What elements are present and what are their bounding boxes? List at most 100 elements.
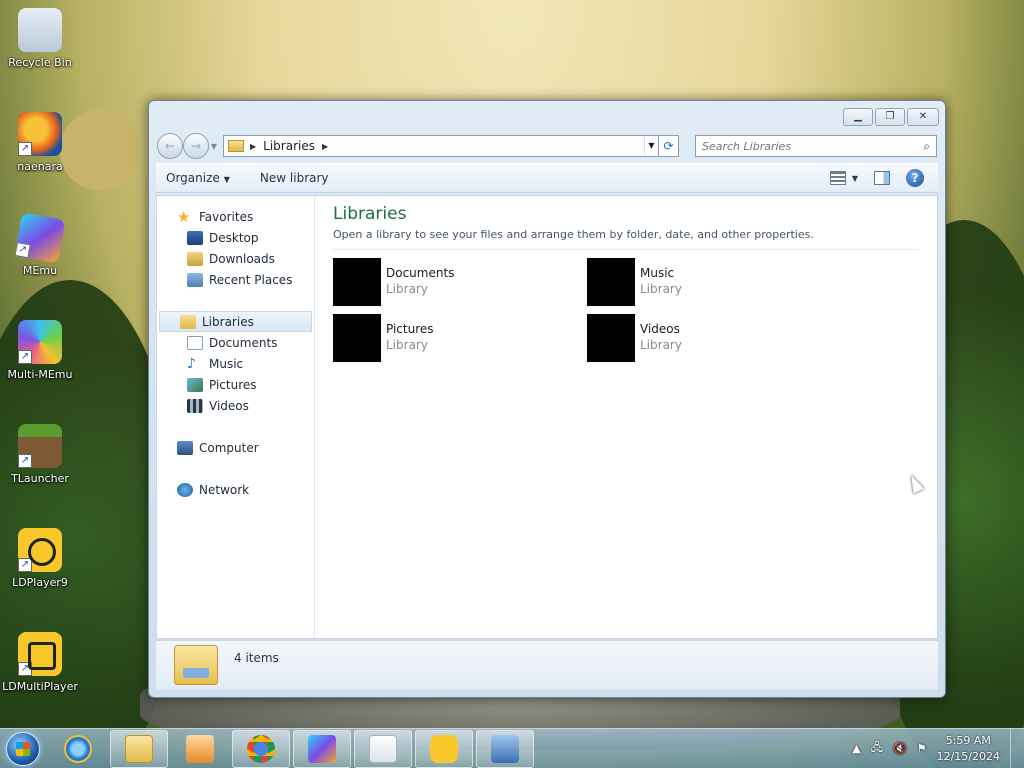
taskbar-control-panel[interactable]: [476, 729, 534, 768]
library-name: Documents: [386, 266, 455, 280]
nav-item-documents[interactable]: Documents: [157, 332, 314, 353]
memu-icon: [308, 734, 336, 763]
downloads-icon: [187, 251, 203, 266]
desktop-icon-memu[interactable]: ↗ MEmu: [2, 212, 78, 277]
taskbar-ldplayer[interactable]: [415, 729, 473, 768]
internet-explorer-icon: [64, 734, 92, 763]
desktop-icon: [187, 230, 203, 245]
minimize-button[interactable]: ▁: [843, 108, 873, 126]
nav-label: Computer: [199, 440, 259, 455]
desktop-icon-ldmultiplayer[interactable]: ↗ LDMultiPlayer: [2, 632, 78, 693]
desktop-icon-label: TLauncher: [11, 472, 69, 485]
shortcut-arrow-icon: ↗: [18, 142, 32, 156]
windows-logo-icon: [6, 731, 40, 766]
action-center-flag-icon[interactable]: ⚑: [917, 742, 927, 755]
taskbar-java[interactable]: [354, 729, 412, 768]
change-view-button[interactable]: ▼: [829, 171, 858, 185]
taskbar-file-explorer[interactable]: [110, 729, 168, 768]
clock-time: 5:59 AM: [945, 733, 991, 747]
nav-item-videos[interactable]: Videos: [157, 395, 314, 416]
library-thumbnail: [333, 258, 381, 306]
forward-button[interactable]: →: [183, 133, 209, 159]
libraries-folder-icon: [174, 645, 218, 685]
breadcrumb-chevron-icon[interactable]: ▶: [322, 142, 328, 151]
shortcut-arrow-icon: ↗: [14, 242, 31, 259]
new-library-button[interactable]: New library: [260, 171, 329, 185]
nav-item-network[interactable]: Network: [157, 479, 314, 500]
back-button[interactable]: ←: [157, 133, 183, 159]
restore-button[interactable]: ❐: [875, 108, 905, 126]
film-icon: [187, 398, 203, 413]
library-name: Pictures: [386, 322, 434, 336]
explorer-content: ★ Favorites Desktop Downloads Recent Pla…: [156, 195, 938, 639]
nav-item-music[interactable]: ♪ Music: [157, 353, 314, 374]
breadcrumb-chevron-icon[interactable]: ▶: [250, 142, 256, 151]
recent-pages-dropdown[interactable]: ▼: [209, 142, 219, 151]
library-type: Library: [386, 282, 428, 296]
explorer-window: ▁ ❐ ✕ ← → ▼ ▶ Libraries ▶ ▼ ⟳ ⌕ Organize…: [148, 100, 946, 698]
library-type: Library: [640, 338, 682, 352]
search-icon[interactable]: ⌕: [923, 139, 930, 154]
pictures-icon: [187, 377, 203, 392]
navigation-pane: ★ Favorites Desktop Downloads Recent Pla…: [157, 196, 315, 638]
start-button[interactable]: [0, 729, 46, 768]
network-icon[interactable]: 🖧: [871, 739, 883, 758]
show-hidden-icons-icon[interactable]: ▲: [852, 742, 860, 755]
search-box[interactable]: ⌕: [695, 135, 937, 157]
desktop-icon-label: MEmu: [22, 264, 58, 277]
chevron-down-icon: ▼: [223, 175, 230, 184]
taskbar-memu[interactable]: [293, 729, 351, 768]
clock-date: 12/15/2024: [936, 749, 1000, 763]
nav-label: Pictures: [209, 377, 257, 392]
page-title: Libraries: [333, 204, 407, 224]
desktop-icon-ldplayer9[interactable]: ↗ LDPlayer9: [2, 528, 78, 589]
volume-muted-icon[interactable]: 🔇: [893, 742, 907, 755]
network-icon: [177, 482, 193, 497]
library-grid: Documents Library Music Library Pictures Li…: [333, 258, 919, 362]
shortcut-arrow-icon: ↗: [18, 454, 32, 468]
memu-icon: ↗: [14, 212, 66, 264]
nav-item-recent-places[interactable]: Recent Places: [157, 269, 314, 290]
library-item-music[interactable]: Music Library: [587, 258, 841, 306]
java-icon: [369, 734, 397, 763]
address-bar[interactable]: ▶ Libraries ▶ ▼: [223, 135, 659, 157]
desktop-icon-naenara[interactable]: ↗ naenara: [2, 112, 78, 173]
nav-item-computer[interactable]: Computer: [157, 437, 314, 458]
music-note-icon: ♪: [187, 355, 196, 372]
nav-item-pictures[interactable]: Pictures: [157, 374, 314, 395]
help-icon[interactable]: ?: [906, 169, 924, 187]
control-panel-icon: [491, 734, 519, 763]
show-desktop-button[interactable]: [1010, 728, 1024, 768]
nav-label: Documents: [209, 335, 278, 350]
library-item-pictures[interactable]: Pictures Library: [333, 314, 587, 362]
refresh-button[interactable]: ⟳: [659, 135, 679, 157]
shortcut-arrow-icon: ↗: [18, 350, 32, 364]
taskbar-media-player[interactable]: [171, 730, 229, 768]
desktop-icon-recycle-bin[interactable]: Recycle Bin: [2, 8, 78, 69]
libraries-view: Libraries Open a library to see your fil…: [315, 196, 937, 638]
nav-item-desktop[interactable]: Desktop: [157, 227, 314, 248]
view-options-icon: [829, 171, 846, 185]
libraries-folder-icon: [228, 140, 244, 152]
system-tray: ▲ 🖧 🔇 ⚑ 5:59 AM 12/15/2024: [852, 728, 1024, 768]
library-name: Music: [640, 266, 675, 280]
desktop-icon-tlauncher[interactable]: ↗ TLauncher: [2, 424, 78, 485]
taskbar-chrome[interactable]: [232, 729, 290, 768]
library-item-documents[interactable]: Documents Library: [333, 258, 587, 306]
address-dropdown-icon[interactable]: ▼: [644, 136, 658, 156]
search-input[interactable]: [702, 139, 924, 153]
library-item-videos[interactable]: Videos Library: [587, 314, 841, 362]
breadcrumb-libraries[interactable]: Libraries: [263, 139, 315, 153]
taskbar-internet-explorer[interactable]: [49, 730, 107, 768]
nav-item-libraries[interactable]: Libraries: [159, 311, 312, 332]
nav-item-downloads[interactable]: Downloads: [157, 248, 314, 269]
page-description: Open a library to see your files and arr…: [333, 228, 919, 250]
window-controls: ▁ ❐ ✕: [843, 108, 939, 126]
close-button[interactable]: ✕: [907, 108, 939, 126]
preview-pane-icon[interactable]: [874, 171, 890, 185]
clock[interactable]: 5:59 AM 12/15/2024: [937, 733, 1000, 765]
organize-menu[interactable]: Organize ▼: [166, 171, 230, 185]
nav-item-favorites[interactable]: ★ Favorites: [157, 206, 314, 227]
desktop-icon-multi-memu[interactable]: ↗ Multi-MEmu: [2, 320, 78, 381]
nav-label: Network: [199, 482, 250, 497]
